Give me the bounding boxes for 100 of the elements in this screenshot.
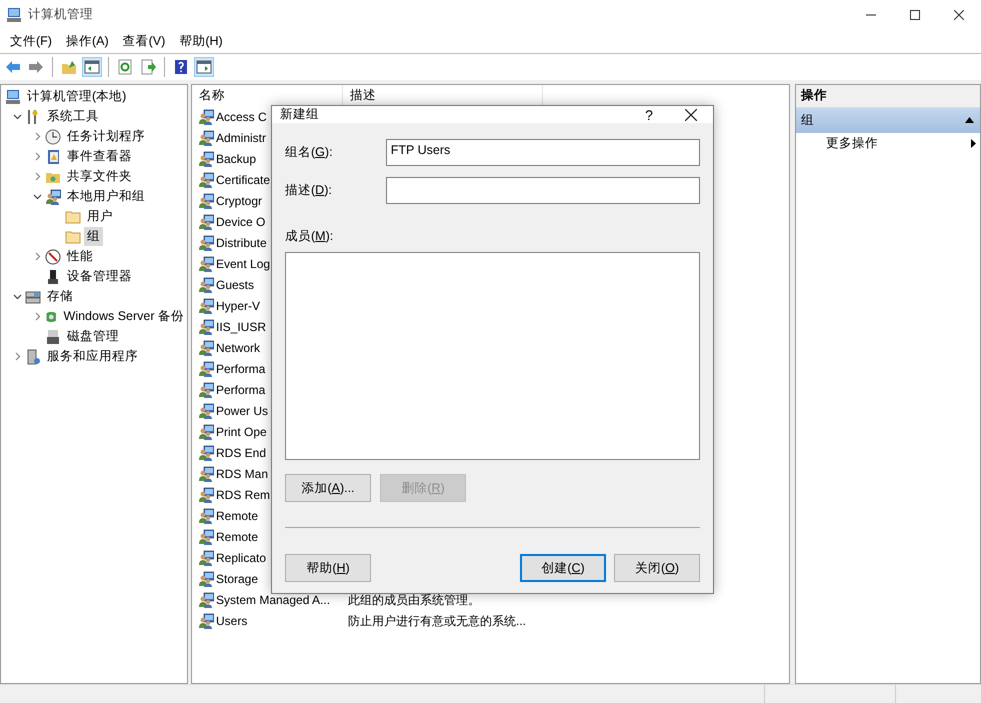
tree-item[interactable]: 设备管理器	[64, 267, 135, 286]
group-name: Storage	[216, 574, 258, 585]
group-name: Replicato	[216, 552, 266, 564]
users-icon	[198, 298, 214, 314]
help-button[interactable]: ?	[629, 106, 669, 122]
group-name: Print Ope	[216, 426, 267, 438]
tree-item[interactable]: 本地用户和组	[64, 187, 148, 206]
group-name: RDS End	[216, 448, 266, 459]
gauge-icon	[45, 248, 61, 265]
event-log-icon	[45, 148, 61, 165]
group-name: RDS Rem	[216, 490, 270, 501]
users-icon	[198, 151, 214, 168]
group-name: Users	[216, 616, 248, 627]
text-field[interactable]: FTP Users	[386, 139, 700, 166]
users-icon	[198, 592, 214, 608]
users-icon	[198, 445, 214, 462]
group-name: Hyper-V	[216, 300, 260, 312]
group-name: Backup	[216, 154, 256, 165]
expand-chevron-icon[interactable]	[32, 252, 42, 262]
tree-item[interactable]: 用户	[84, 207, 116, 226]
group-name: Performa	[216, 364, 266, 375]
group-name: Distribute	[216, 238, 267, 249]
group-name: Guests	[216, 280, 254, 291]
users-icon	[198, 277, 214, 294]
tree-item[interactable]: 性能	[64, 247, 96, 266]
close-icon	[954, 10, 964, 20]
users-icon	[198, 340, 214, 356]
section-header[interactable]: 组	[796, 108, 980, 133]
dialog-button[interactable]: 关闭(O)	[614, 554, 700, 582]
tree-item[interactable]: 计算机管理(本地)	[24, 87, 130, 106]
close-icon[interactable]	[685, 108, 697, 120]
users-icon	[198, 130, 214, 146]
help-icon	[173, 58, 189, 75]
group-name: Cryptogr	[216, 196, 262, 207]
users-icon	[198, 466, 214, 482]
text-field[interactable]	[386, 177, 700, 204]
export-icon	[140, 58, 156, 75]
users-icon	[198, 235, 214, 252]
menu-item[interactable]: 文件(F)	[3, 32, 59, 50]
menu-item[interactable]: 操作(A)	[58, 32, 116, 50]
expand-chevron-icon[interactable]	[32, 132, 42, 142]
field-label: 成员(M):	[285, 228, 334, 245]
users-icon	[198, 508, 214, 524]
collapse-chevron-icon[interactable]	[12, 112, 22, 122]
group-name: System Managed A...	[216, 594, 330, 606]
expand-chevron-icon[interactable]	[32, 152, 42, 162]
services-icon	[25, 348, 41, 365]
collapse-triangle-icon[interactable]	[965, 117, 974, 124]
group-name: Network	[216, 342, 260, 354]
disk-icon	[45, 328, 61, 345]
users-icon	[198, 172, 214, 188]
dialog-button[interactable]: 帮助(H)	[285, 554, 371, 582]
tree-item[interactable]: 事件查看器	[64, 147, 135, 166]
dialog-title: 新建组	[280, 106, 320, 123]
list-button[interactable]: 添加(A)...	[285, 474, 371, 502]
tree-item[interactable]: 组	[84, 227, 103, 246]
menu-item[interactable]: 帮助(H)	[172, 32, 230, 50]
users-icon	[198, 361, 214, 378]
panel-header: 操作	[801, 87, 827, 104]
expand-chevron-icon[interactable]	[32, 172, 42, 182]
users-icon	[198, 109, 214, 126]
window-title: 计算机管理	[28, 6, 94, 24]
back-arrow-icon	[5, 58, 21, 75]
group-name: Device O	[216, 216, 266, 228]
group-description: 防止用户进行有意或无意的系统...	[348, 616, 526, 627]
collapse-chevron-icon[interactable]	[12, 292, 22, 302]
group-name: Remote	[216, 510, 258, 522]
tree-item[interactable]: Windows Server 备份	[60, 307, 187, 326]
users-icon	[198, 550, 214, 566]
tree-item[interactable]: 服务和应用程序	[44, 347, 141, 366]
maximize-icon	[910, 10, 920, 20]
dialog-button[interactable]: 创建(C)	[520, 554, 606, 582]
group-name: Administr	[216, 132, 266, 144]
section-title: 组	[801, 112, 814, 129]
toolbar-button[interactable]	[194, 56, 214, 77]
tree-item[interactable]: 任务计划程序	[64, 127, 148, 146]
tree-item[interactable]: 磁盘管理	[64, 327, 122, 346]
field-label: 描述(D):	[285, 182, 333, 199]
users-icon	[198, 613, 214, 630]
tree-item[interactable]: 系统工具	[44, 107, 102, 126]
tree-item[interactable]: 共享文件夹	[64, 167, 135, 186]
field-label: 组名(G):	[285, 144, 334, 161]
folder-up-icon	[61, 58, 77, 75]
expand-chevron-icon[interactable]	[12, 352, 22, 362]
menu-item[interactable]: 查看(V)	[116, 32, 172, 50]
collapse-chevron-icon[interactable]	[32, 192, 42, 202]
action-item[interactable]: 更多操作	[826, 135, 878, 152]
storage-icon	[25, 288, 41, 305]
group-name: Remote	[216, 532, 258, 543]
forward-arrow-icon	[28, 58, 44, 75]
users-icon	[198, 214, 214, 230]
toolbar-button[interactable]	[82, 56, 102, 77]
group-name: Certificate	[216, 174, 270, 186]
expand-chevron-icon[interactable]	[32, 312, 42, 322]
device-icon	[45, 268, 61, 285]
users-icon	[198, 487, 214, 504]
users-icon	[45, 188, 61, 205]
tree-item[interactable]: 存储	[44, 287, 76, 306]
group-name: RDS Man	[216, 468, 268, 480]
group-name: Event Log	[216, 258, 270, 270]
